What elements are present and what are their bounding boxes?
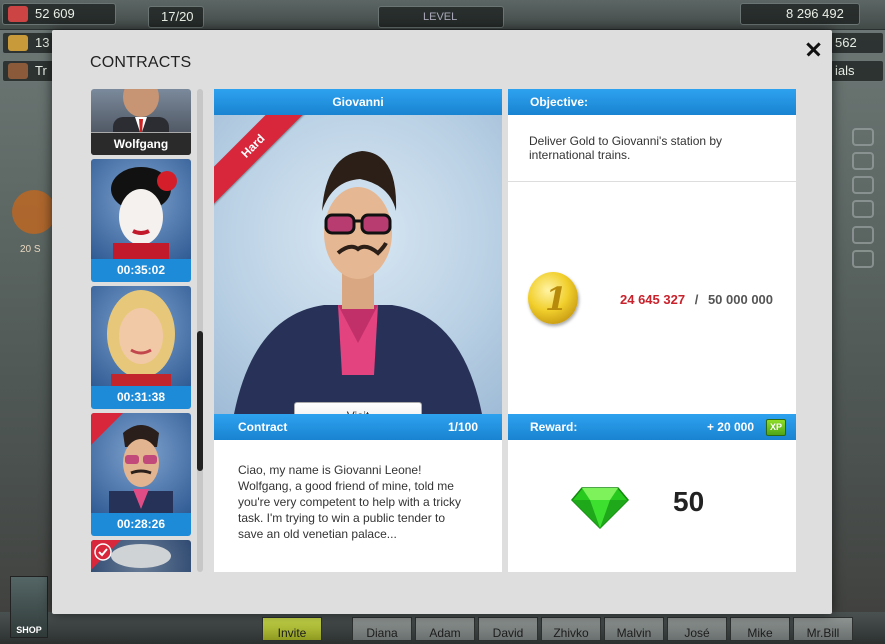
friend-adam[interactable]: Adam xyxy=(415,617,475,641)
money-icon xyxy=(8,6,28,22)
friend-mrbill[interactable]: Mr.Bill xyxy=(793,617,853,641)
objective-label: Objective: xyxy=(508,89,796,115)
friend-malvin[interactable]: Malvin xyxy=(604,617,664,641)
train-icon xyxy=(8,63,28,79)
left-menu-button[interactable]: Tr xyxy=(2,60,56,82)
event-badge-label: 20 S xyxy=(20,244,41,255)
contract-label: Contract xyxy=(238,420,288,434)
train-counter[interactable]: 17/20 xyxy=(148,6,204,28)
objective-progress: 24 645 327 / 50 000 000 xyxy=(620,292,790,307)
contract-bar: Contract 1/100 xyxy=(214,414,502,440)
dialog-title: CONTRACTS xyxy=(90,54,192,71)
level-bar: LEVEL xyxy=(378,6,504,28)
contractor-card-wolfgang[interactable]: Wolfgang xyxy=(91,89,191,155)
contract-count: 1/100 xyxy=(447,420,478,434)
contractor-timer: 00:31:38 xyxy=(91,386,191,409)
giovanni-small-avatar xyxy=(91,413,173,513)
contractor-list[interactable]: Wolfgang 00:35:02 00:31:38 00:28:26 xyxy=(90,89,192,572)
next-portrait xyxy=(91,540,191,572)
blonde-avatar xyxy=(107,290,175,386)
invite-button[interactable]: Invite xyxy=(262,617,322,641)
screenshot-icon[interactable] xyxy=(852,176,874,194)
right-menu-button[interactable]: ials xyxy=(830,60,884,82)
contractor-description: Ciao, my name is Giovanni Leone! Wolfgan… xyxy=(238,463,462,541)
contractor-card-blonde[interactable]: 00:31:38 xyxy=(91,286,191,409)
lock-icon[interactable] xyxy=(852,226,874,244)
contractor-card-geisha[interactable]: 00:35:02 xyxy=(91,159,191,282)
progress-current: 24 645 327 xyxy=(620,292,686,307)
reward-bar: Reward: + 20 000 XP xyxy=(508,414,796,440)
reward-gems: 50 xyxy=(673,486,705,517)
visit-button[interactable]: Visit xyxy=(294,402,422,414)
event-badge[interactable] xyxy=(12,190,56,234)
zoom-out-icon[interactable] xyxy=(852,152,874,170)
contractor-card-next[interactable] xyxy=(91,540,191,572)
divider xyxy=(508,181,796,182)
xp-icon: XP xyxy=(766,419,786,436)
geisha-portrait xyxy=(91,159,191,259)
money-counter[interactable]: 52 609 xyxy=(2,3,116,25)
shop-button[interactable]: SHOP xyxy=(10,576,48,638)
giovanni-small-portrait xyxy=(91,413,191,513)
scrollbar-thumb[interactable] xyxy=(197,331,203,471)
geisha-avatar xyxy=(111,167,177,259)
gem-icon xyxy=(570,487,630,530)
progress-separator: / xyxy=(694,292,699,307)
contractor-name-header: Giovanni xyxy=(214,89,502,115)
settings-icon[interactable] xyxy=(852,250,874,268)
gold-counter[interactable]: 8 296 492 xyxy=(740,3,860,25)
mail-counter[interactable]: 13 xyxy=(2,32,56,54)
reward-label: Reward: xyxy=(530,420,578,434)
reward-xp: + 20 000 xyxy=(706,420,754,434)
contractor-timer: 00:28:26 xyxy=(91,513,191,536)
top-hud: 52 609 17/20 LEVEL 8 296 492 xyxy=(0,0,885,30)
friend-diana[interactable]: Diana xyxy=(352,617,412,641)
friend-jose[interactable]: José xyxy=(667,617,727,641)
friend-zhivko[interactable]: Zhivko xyxy=(541,617,601,641)
contractor-portrait: Hard Visit xyxy=(214,115,502,414)
mail-icon xyxy=(8,35,28,51)
next-avatar xyxy=(91,540,171,570)
objective-text: Deliver Gold to Giovanni's station by in… xyxy=(529,134,723,162)
close-icon[interactable] xyxy=(802,38,826,62)
blonde-portrait xyxy=(91,286,191,386)
gem-counter[interactable]: 562 xyxy=(830,32,884,54)
friend-mike[interactable]: Mike xyxy=(730,617,790,641)
contractor-panel: Giovanni Hard Visit Contract 1/100 Ciao,… xyxy=(214,89,502,572)
contractor-card-giovanni[interactable]: 00:28:26 xyxy=(91,413,191,536)
contractor-name: Wolfgang xyxy=(91,132,191,155)
contractor-timer: 00:35:02 xyxy=(91,259,191,282)
contracts-dialog: CONTRACTS Wolfgang 00:35:02 00:31:38 00:… xyxy=(52,30,832,614)
save-icon[interactable] xyxy=(852,200,874,218)
objective-panel: Objective: Deliver Gold to Giovanni's st… xyxy=(508,89,796,572)
gold-coin-icon: 1 xyxy=(528,272,578,324)
progress-target: 50 000 000 xyxy=(707,292,774,307)
friend-david[interactable]: David xyxy=(478,617,538,641)
zoom-in-icon[interactable] xyxy=(852,128,874,146)
list-scrollbar[interactable] xyxy=(197,89,203,572)
